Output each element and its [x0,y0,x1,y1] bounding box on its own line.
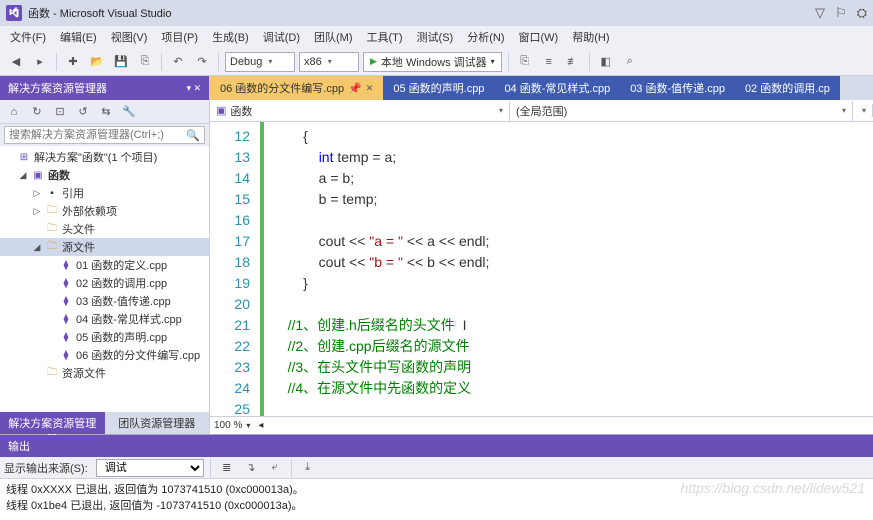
tab-solution-explorer[interactable]: 解决方案资源管理器 [0,412,105,434]
open-icon[interactable]: 📂 [87,52,107,72]
menu-project[interactable]: 项目(P) [155,27,204,47]
comment-icon[interactable]: ≡ [539,52,559,72]
menu-analyze[interactable]: 分析(N) [461,27,510,47]
uncomment-icon[interactable]: ≢ [563,52,583,72]
output-text[interactable]: 线程 0xXXXX 已退出, 返回值为 1073741510 (0xc00001… [0,479,873,520]
menu-debug[interactable]: 调试(D) [257,27,306,47]
source-file[interactable]: ⧫02 函数的调用.cpp [0,274,209,292]
run-button[interactable]: ▶本地 Windows 调试器▾ [363,52,502,72]
editor-tab[interactable]: 05 函数的声明.cpp [383,76,494,100]
sources-node[interactable]: ◢🗀源文件 [0,238,209,256]
line-gutter: 12131415161718192021222324252627 [210,122,258,416]
scroll-icon[interactable]: ⤓ [298,458,318,478]
external-deps-node[interactable]: ▷🗀外部依赖项 [0,202,209,220]
code-area[interactable]: { int temp = a; a = b; b = temp; cout <<… [272,122,873,416]
home-icon[interactable]: ⌂ [4,102,24,122]
menu-build[interactable]: 生成(B) [206,27,255,47]
references-node[interactable]: ▷▪引用 [0,184,209,202]
project-node[interactable]: ◢▣函数 [0,166,209,184]
save-all-icon[interactable]: ⎘ [135,52,155,72]
config-dropdown[interactable]: Debug [225,52,295,72]
source-file[interactable]: ⧫05 函数的声明.cpp [0,328,209,346]
code-editor[interactable]: 12131415161718192021222324252627 { int t… [210,122,873,416]
solution-tree: ⊞解决方案"函数"(1 个项目) ◢▣函数 ▷▪引用 ▷🗀外部依赖项 🗀头文件 … [0,146,209,412]
refresh-icon[interactable]: ↺ [73,102,93,122]
code-navbar: ▣函数 (全局范围) [210,100,873,122]
menubar: 文件(F) 编辑(E) 视图(V) 项目(P) 生成(B) 调试(D) 团队(M… [0,26,873,48]
output-header: 输出 [0,435,873,457]
goto-icon[interactable]: ↴ [241,458,261,478]
global-dropdown[interactable]: (全局范围) [510,101,853,121]
menu-test[interactable]: 测试(S) [411,27,460,47]
headers-node[interactable]: 🗀头文件 [0,220,209,238]
bookmark-icon[interactable]: ◧ [596,52,616,72]
menu-help[interactable]: 帮助(H) [566,27,615,47]
undo-icon[interactable]: ↶ [168,52,188,72]
solution-search-input[interactable] [5,127,182,143]
vs-logo-icon [6,5,22,21]
titlebar: 函数 - Microsoft Visual Studio ▽ ⚐ ⛭ [0,0,873,26]
panel-dropdown-icon[interactable]: ▾ ✕ [186,83,201,94]
solution-toolbar: ⌂ ↻ ⊡ ↺ ⇆ 🔧 [0,100,209,124]
tab-team-explorer[interactable]: 团队资源管理器 [105,412,210,434]
search-icon[interactable]: 🔍 [182,129,204,142]
change-marks [258,122,272,416]
window-title: 函数 - Microsoft Visual Studio [28,5,815,21]
solution-explorer-header: 解决方案资源管理器 ▾ ✕ [0,76,209,100]
properties-icon[interactable]: 🔧 [119,102,139,122]
solution-explorer: 解决方案资源管理器 ▾ ✕ ⌂ ↻ ⊡ ↺ ⇆ 🔧 🔍 ⊞解决方案"函数"(1 … [0,76,210,434]
output-from-label: 显示输出来源(S): [4,460,88,476]
resources-node[interactable]: 🗀资源文件 [0,364,209,382]
output-source-dropdown[interactable]: 调试 [96,459,204,477]
output-panel: 输出 显示输出来源(S): 调试 ≣ ↴ ⤶ ⤓ 线程 0xXXXX 已退出, … [0,434,873,520]
wrap-icon[interactable]: ⤶ [265,458,285,478]
menu-edit[interactable]: 编辑(E) [54,27,103,47]
editor-tabstrip: 06 函数的分文件编写.cpp📌✕ 05 函数的声明.cpp 04 函数-常见样… [210,76,873,100]
zoom-level[interactable]: 100 % [214,420,242,431]
editor-tab[interactable]: 02 函数的调用.cp [735,76,840,100]
find-icon[interactable]: ⌕ [620,52,640,72]
redo-icon[interactable]: ↷ [192,52,212,72]
menu-team[interactable]: 团队(M) [308,27,359,47]
nav-fwd-icon[interactable]: ▸ [30,52,50,72]
source-file[interactable]: ⧫04 函数-常见样式.cpp [0,310,209,328]
menu-view[interactable]: 视图(V) [105,27,154,47]
solution-node[interactable]: ⊞解决方案"函数"(1 个项目) [0,148,209,166]
new-icon[interactable]: ✚ [63,52,83,72]
menu-file[interactable]: 文件(F) [4,27,52,47]
notifications-icon[interactable]: ⚐ [835,5,847,21]
clear-icon[interactable]: ≣ [217,458,237,478]
step-icon[interactable]: ⎘ [515,52,535,72]
account-icon[interactable]: ⛭ [857,5,867,21]
close-icon[interactable]: ✕ [366,83,374,94]
source-file[interactable]: ⧫06 函数的分文件编写.cpp [0,346,209,364]
output-toolbar: 显示输出来源(S): 调试 ≣ ↴ ⤶ ⤓ [0,457,873,479]
solution-search[interactable]: 🔍 [4,126,205,144]
source-file[interactable]: ⧫01 函数的定义.cpp [0,256,209,274]
member-dropdown[interactable] [853,104,873,117]
scope-dropdown[interactable]: ▣函数 [210,101,510,121]
editor-tab[interactable]: 04 函数-常见样式.cpp [494,76,620,100]
sidebar-tabstrip: 解决方案资源管理器 团队资源管理器 [0,412,209,434]
editor-tab[interactable]: 03 函数-值传递.cpp [620,76,735,100]
editor-tab[interactable]: 06 函数的分文件编写.cpp📌✕ [210,76,383,100]
nav-back-icon[interactable]: ◀ [6,52,26,72]
showall-icon[interactable]: ⊡ [50,102,70,122]
quick-launch-icon[interactable]: ▽ [815,5,825,21]
editor-panel: 06 函数的分文件编写.cpp📌✕ 05 函数的声明.cpp 04 函数-常见样… [210,76,873,434]
zoom-bar: 100 %▾ ◂ [210,416,873,434]
sync-icon[interactable]: ⇆ [96,102,116,122]
main-toolbar: ◀ ▸ ✚ 📂 💾 ⎘ ↶ ↷ Debug x86 ▶本地 Windows 调试… [0,48,873,76]
source-file[interactable]: ⧫03 函数-值传递.cpp [0,292,209,310]
platform-dropdown[interactable]: x86 [299,52,359,72]
collapse-icon[interactable]: ↻ [27,102,47,122]
pin-icon[interactable]: 📌 [348,82,362,95]
save-icon[interactable]: 💾 [111,52,131,72]
menu-tools[interactable]: 工具(T) [361,27,409,47]
menu-window[interactable]: 窗口(W) [513,27,565,47]
